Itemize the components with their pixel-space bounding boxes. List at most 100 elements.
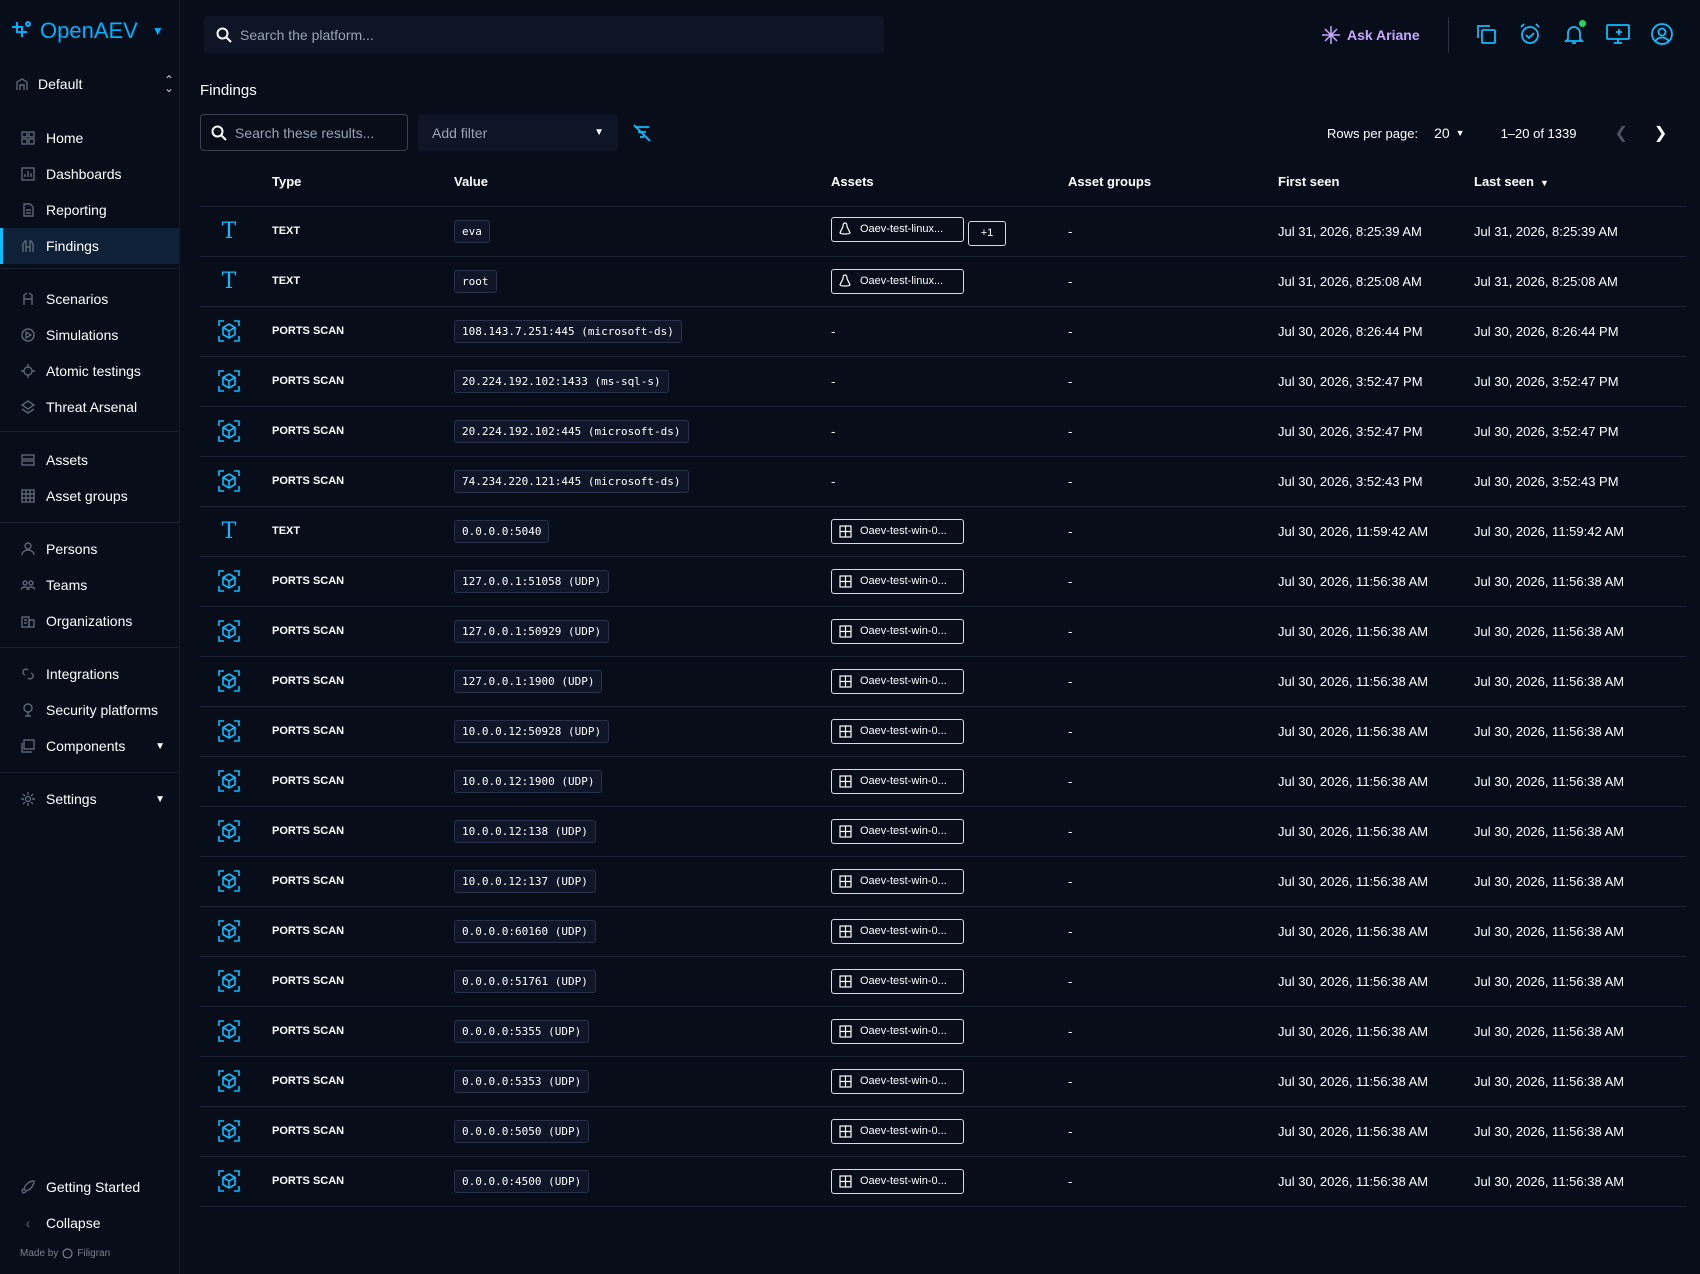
getting-started-link[interactable]: Getting Started [0,1169,179,1205]
previous-page-icon[interactable]: ❮ [1614,123,1627,143]
table-row[interactable]: PORTS SCAN 127.0.0.1:50929 (UDP) Oaev-te… [200,606,1686,657]
column-header-value[interactable]: Value [454,158,831,206]
copy-icon[interactable] [1474,22,1498,46]
asset-chip[interactable]: Oaev-test-win-0... [831,1018,964,1044]
table-row[interactable]: PORTS SCAN 10.0.0.12:50928 (UDP) Oaev-te… [200,706,1686,757]
collapse-sidebar-button[interactable]: ‹ Collapse [0,1205,179,1241]
assets-cell: Oaev-test-linux... [831,256,1068,307]
windows-icon [838,774,852,788]
sidebar-item-asset-groups[interactable]: Asset groups [0,478,179,514]
table-row[interactable]: PORTS SCAN 10.0.0.12:1900 (UDP) Oaev-tes… [200,756,1686,807]
value-cell: 0.0.0.0:5040 [454,506,831,557]
type-icon-cell [200,1156,272,1207]
table-row[interactable]: PORTS SCAN 0.0.0.0:60160 (UDP) Oaev-test… [200,906,1686,957]
asset-chip[interactable]: Oaev-test-win-0... [831,1068,964,1094]
value-cell: 0.0.0.0:60160 (UDP) [454,906,831,957]
asset-chip[interactable]: Oaev-test-win-0... [831,568,964,594]
table-row[interactable]: PORTS SCAN 20.224.192.102:445 (microsoft… [200,406,1686,457]
sidebar-item-components[interactable]: Components ▼ [0,728,179,764]
assets-cell: Oaev-test-win-0... [831,756,1068,807]
sidebar-item-integrations[interactable]: Integrations [0,656,179,692]
sidebar-divider [0,522,179,523]
sidebar-item-threat-arsenal[interactable]: Threat Arsenal [0,389,179,425]
results-search-input[interactable] [235,124,395,141]
more-assets-chip[interactable]: +1 [968,220,1006,246]
sidebar-item-simulations[interactable]: Simulations [0,317,179,353]
asset-chip[interactable]: Oaev-test-win-0... [831,618,964,644]
sidebar-item-teams[interactable]: Teams [0,567,179,603]
table-row[interactable]: PORTS SCAN 20.224.192.102:1433 (ms-sql-s… [200,356,1686,407]
notifications-bell-icon[interactable] [1562,20,1586,46]
asset-name: Oaev-test-win-0... [860,675,947,687]
table-row[interactable]: PORTS SCAN 127.0.0.1:51058 (UDP) Oaev-te… [200,556,1686,607]
global-search[interactable] [204,16,884,54]
asset-chip[interactable]: Oaev-test-win-0... [831,768,964,794]
asset-chip[interactable]: Oaev-test-linux... [831,216,964,242]
first-seen-value: Jul 30, 2026, 11:56:38 AM [1278,1173,1429,1189]
ask-ariane-button[interactable]: Ask Ariane [1321,22,1420,48]
column-header-assets[interactable]: Assets [831,158,1068,206]
teams-icon [20,577,36,593]
results-search[interactable] [200,114,408,151]
ask-ariane-label: Ask Ariane [1347,27,1420,43]
column-header-last-seen[interactable]: Last seen ▼ [1474,158,1686,206]
app-switch-chevron-icon[interactable]: ▼ [152,24,164,38]
asset-chip[interactable]: Oaev-test-win-0... [831,718,964,744]
column-header-first-seen[interactable]: First seen [1278,158,1474,206]
sidebar-item-scenarios[interactable]: Scenarios [0,281,179,317]
alarm-clock-icon[interactable] [1518,22,1542,46]
asset-chip[interactable]: Oaev-test-win-0... [831,1168,964,1194]
asset-chip[interactable]: Oaev-test-win-0... [831,668,964,694]
asset-chip[interactable]: Oaev-test-linux... [831,268,964,294]
sidebar-item-atomic-testings[interactable]: Atomic testings [0,353,179,389]
table-row[interactable]: PORTS SCAN 0.0.0.0:4500 (UDP) Oaev-test-… [200,1156,1686,1207]
sidebar-item-findings[interactable]: Findings [0,228,179,264]
monitor-icon[interactable] [1606,22,1630,46]
sidebar-item-security-platforms[interactable]: Security platforms [0,692,179,728]
sidebar-item-assets[interactable]: Assets [0,442,179,478]
rows-per-page-select[interactable]: 20 ▼ [1434,125,1465,141]
workspace-selector[interactable]: Default ⌃ ⌄ [16,72,174,96]
table-row[interactable]: PORTS SCAN 0.0.0.0:5050 (UDP) Oaev-test-… [200,1106,1686,1157]
table-row[interactable]: PORTS SCAN 10.0.0.12:137 (UDP) Oaev-test… [200,856,1686,907]
add-filter-select[interactable]: Add filter ▼ [418,114,618,151]
column-header-type[interactable]: Type [272,158,454,206]
table-row[interactable]: PORTS SCAN 127.0.0.1:1900 (UDP) Oaev-tes… [200,656,1686,707]
ports-scan-icon [217,1019,241,1043]
table-row[interactable]: PORTS SCAN 0.0.0.0:5353 (UDP) Oaev-test-… [200,1056,1686,1107]
next-page-icon[interactable]: ❯ [1654,123,1667,143]
asset-chip[interactable]: Oaev-test-win-0... [831,918,964,944]
app-logo[interactable]: OpenAEV ▼ [8,16,164,46]
asset-groups-value: - [1068,923,1073,939]
sidebar-item-reporting[interactable]: Reporting [0,192,179,228]
table-row[interactable]: PORTS SCAN 108.143.7.251:445 (microsoft-… [200,306,1686,357]
sidebar-item-home[interactable]: Home [0,120,179,156]
table-row[interactable]: PORTS SCAN 0.0.0.0:5355 (UDP) Oaev-test-… [200,1006,1686,1057]
table-row[interactable]: T TEXT eva Oaev-test-linux... +1 - Jul 31… [200,205,1686,257]
asset-chip[interactable]: Oaev-test-win-0... [831,818,964,844]
global-search-input[interactable] [240,27,840,43]
sidebar-item-dashboards[interactable]: Dashboards [0,156,179,192]
chevron-down-icon[interactable]: ▼ [155,794,165,805]
sidebar-item-label: Atomic testings [46,363,141,379]
table-row[interactable]: PORTS SCAN 10.0.0.12:138 (UDP) Oaev-test… [200,806,1686,857]
column-header-asset-groups[interactable]: Asset groups [1068,158,1278,206]
first-seen-cell: Jul 30, 2026, 11:59:42 AM [1278,506,1474,557]
asset-chip[interactable]: Oaev-test-win-0... [831,518,964,544]
table-row[interactable]: T TEXT 0.0.0.0:5040 Oaev-test-win-0... -… [200,506,1686,557]
sidebar-item-persons[interactable]: Persons [0,531,179,567]
asset-chip[interactable]: Oaev-test-win-0... [831,968,964,994]
table-row[interactable]: T TEXT root Oaev-test-linux... - Jul 31,… [200,256,1686,307]
sidebar-item-organizations[interactable]: Organizations [0,603,179,639]
asset-chip[interactable]: Oaev-test-win-0... [831,868,964,894]
user-account-icon[interactable] [1650,22,1674,46]
search-icon [216,27,232,43]
table-row[interactable]: PORTS SCAN 74.234.220.121:445 (microsoft… [200,456,1686,507]
clear-filters-icon[interactable] [632,123,652,143]
table-row[interactable]: PORTS SCAN 0.0.0.0:51761 (UDP) Oaev-test… [200,956,1686,1007]
ports-scan-icon [217,969,241,993]
chevron-down-icon[interactable]: ▼ [155,741,165,752]
sidebar-item-settings[interactable]: Settings ▼ [0,781,179,817]
asset-chip[interactable]: Oaev-test-win-0... [831,1118,964,1144]
asset-name: Oaev-test-win-0... [860,1175,947,1187]
